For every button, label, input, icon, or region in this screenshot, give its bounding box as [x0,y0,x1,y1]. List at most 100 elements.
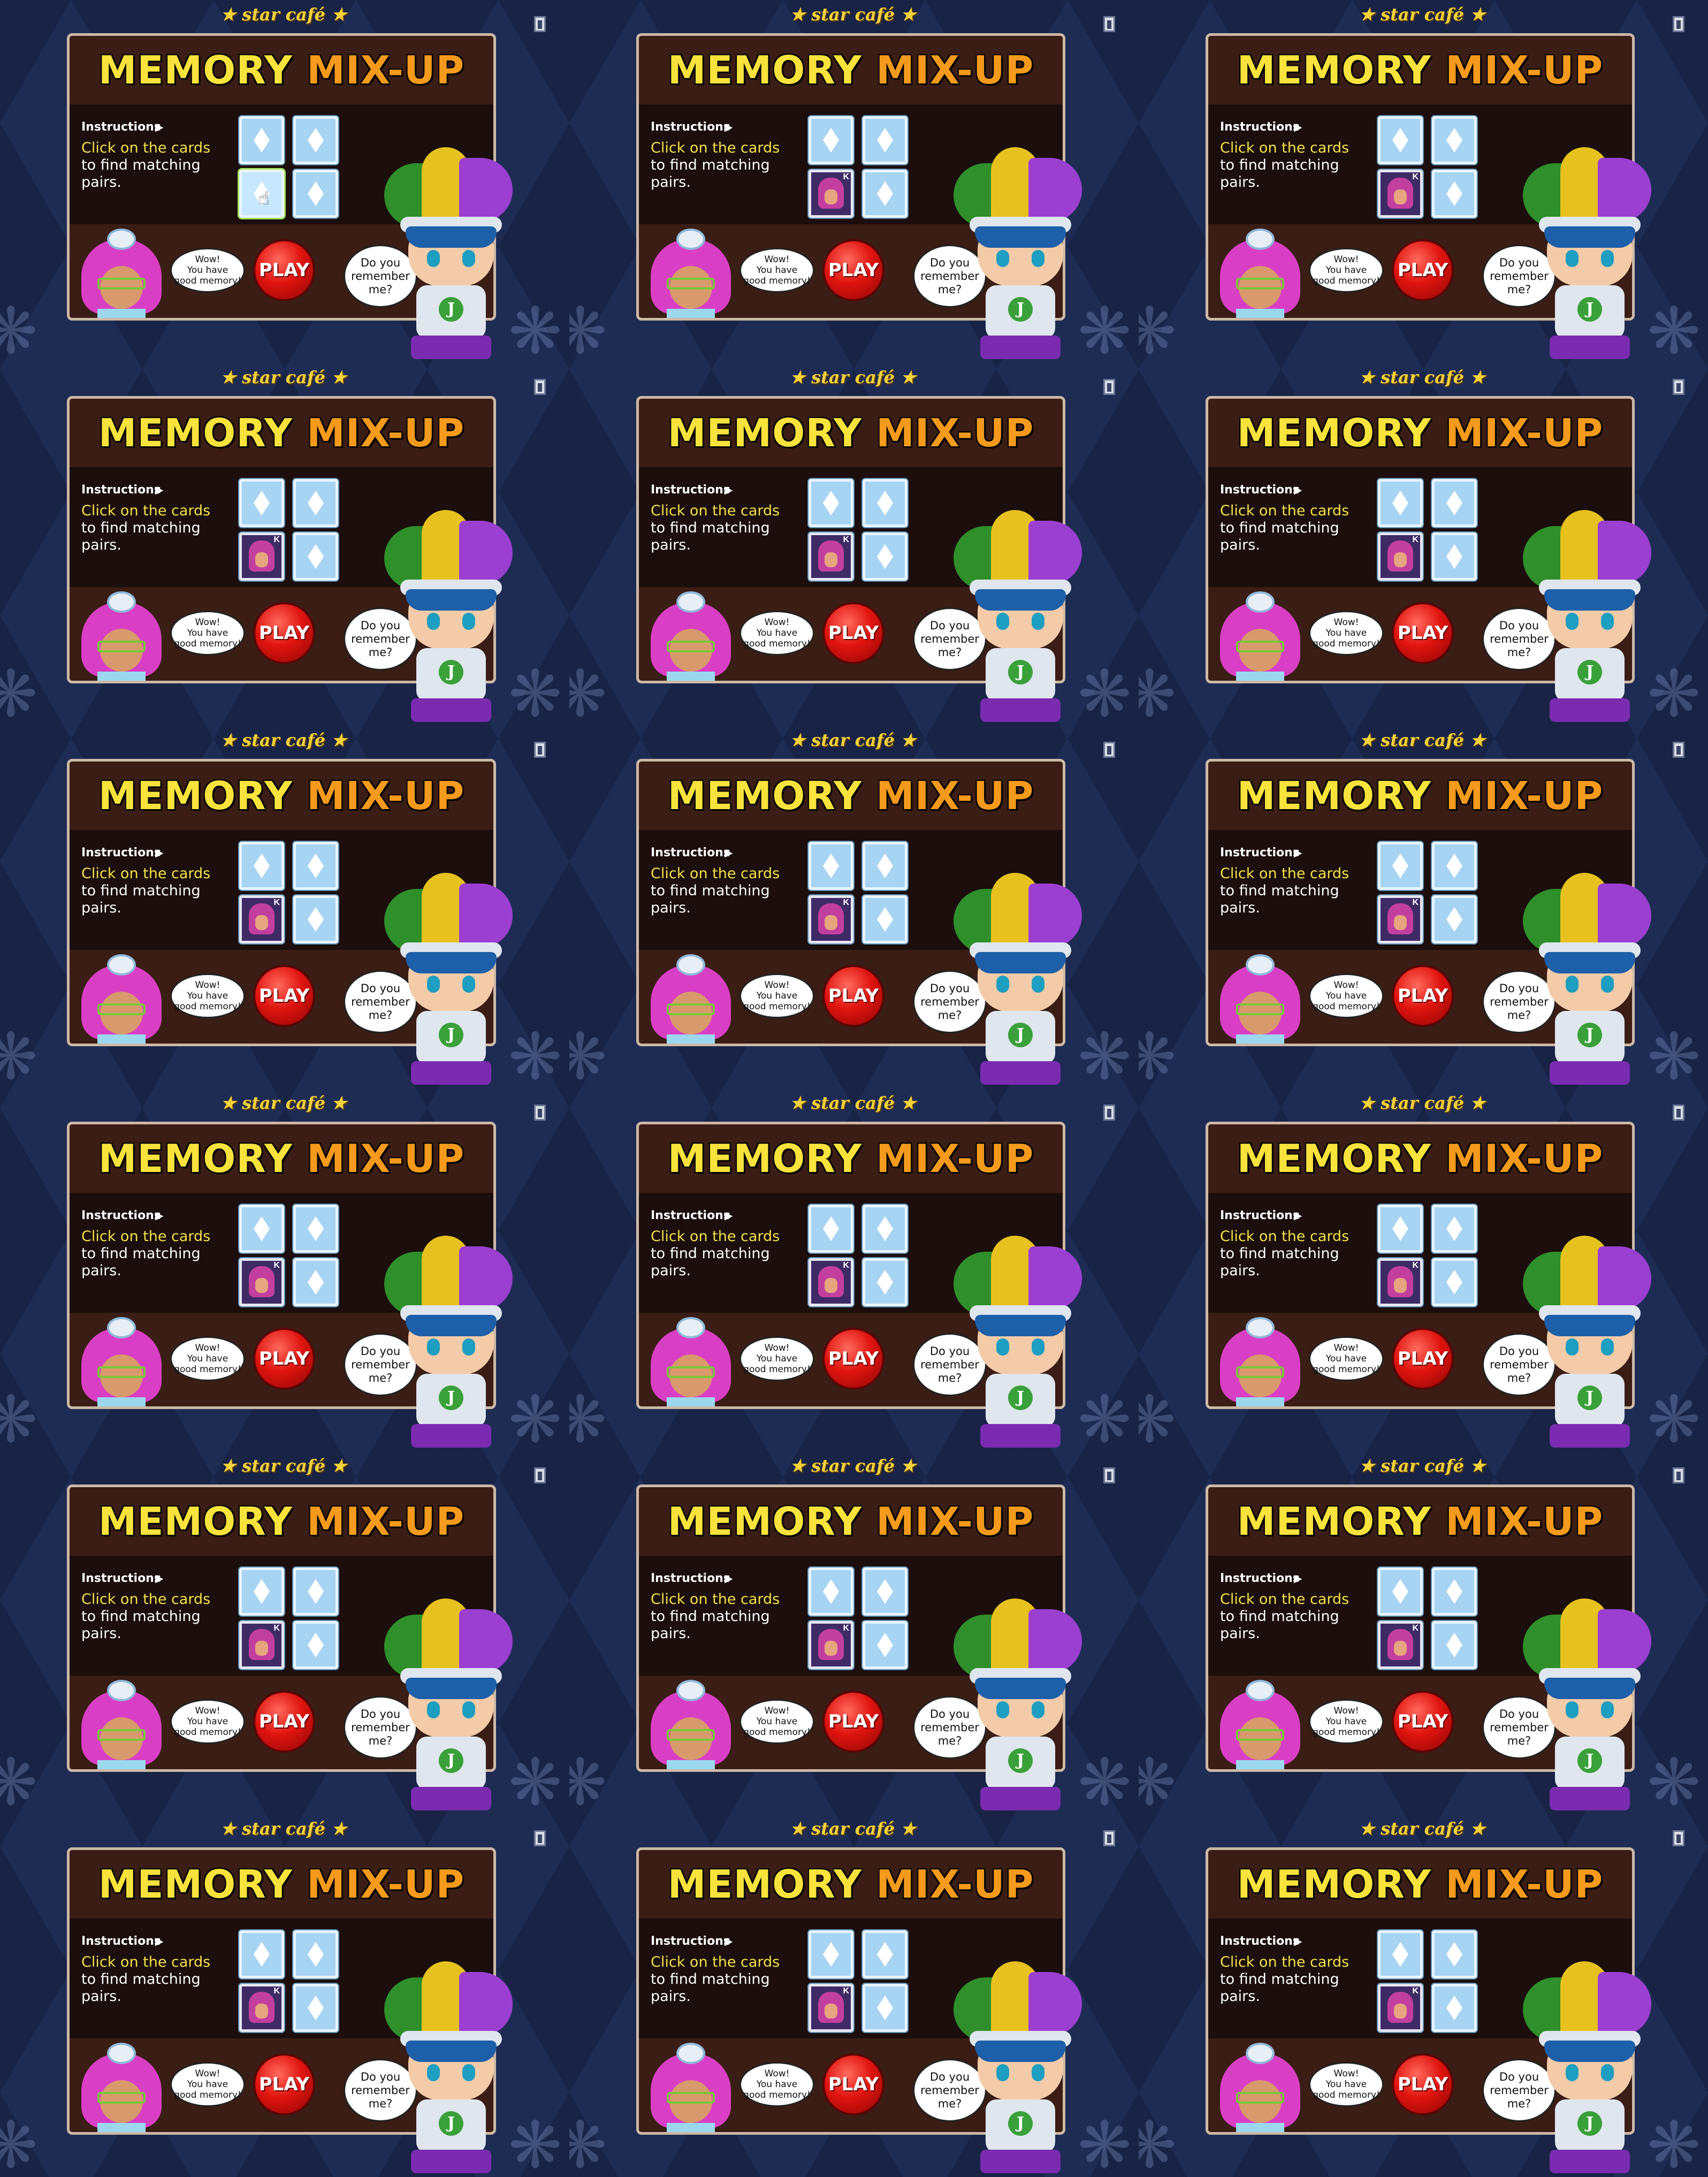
memory-card-face-up[interactable]: K [809,1258,853,1306]
memory-card[interactable] [809,116,853,164]
memory-card[interactable] [239,842,284,890]
memory-card[interactable] [293,1258,338,1306]
memory-card[interactable] [863,479,908,527]
memory-card[interactable] [1432,1930,1477,1978]
instructions-arrow-icon[interactable]: ▶ [725,1572,733,1585]
play-button[interactable]: PLAY [253,1691,315,1753]
exit-door-icon[interactable] [1673,16,1684,32]
instructions-arrow-icon[interactable]: ▶ [1294,120,1302,133]
memory-card[interactable] [863,842,908,890]
exit-door-icon[interactable] [1103,1467,1115,1483]
memory-card[interactable] [863,170,908,218]
memory-card-face-up[interactable]: K [809,532,853,581]
memory-card-face-up[interactable]: K [1378,170,1423,218]
memory-card[interactable] [293,1930,338,1978]
play-button[interactable]: PLAY [253,1328,315,1390]
play-button[interactable]: PLAY [822,965,884,1027]
memory-card-hovered[interactable]: ☝ [239,170,284,218]
instructions-arrow-icon[interactable]: ▶ [155,483,163,496]
play-button[interactable]: PLAY [1392,239,1454,301]
memory-card[interactable] [863,532,908,581]
memory-card[interactable] [1432,1621,1477,1669]
play-button[interactable]: PLAY [253,2053,315,2115]
exit-door-icon[interactable] [1673,1105,1684,1121]
play-button[interactable]: PLAY [1392,602,1454,664]
memory-card[interactable] [1378,479,1423,527]
memory-card-face-up[interactable]: K [1378,895,1423,943]
instructions-arrow-icon[interactable]: ▶ [1294,1572,1302,1585]
exit-door-icon[interactable] [534,1467,546,1483]
exit-door-icon[interactable] [1673,742,1684,758]
exit-door-icon[interactable] [1103,1830,1115,1846]
memory-card-face-up[interactable]: K [1378,1984,1423,2032]
instructions-arrow-icon[interactable]: ▶ [155,1209,163,1222]
memory-card[interactable] [809,1205,853,1253]
exit-door-icon[interactable] [534,1830,546,1846]
memory-card[interactable] [293,532,338,581]
memory-card[interactable] [293,895,338,943]
play-button[interactable]: PLAY [822,2053,884,2115]
play-button[interactable]: PLAY [253,239,315,301]
exit-door-icon[interactable] [534,16,546,32]
exit-door-icon[interactable] [1103,379,1115,395]
memory-card[interactable] [293,1567,338,1616]
memory-card[interactable] [863,1258,908,1306]
play-button[interactable]: PLAY [1392,965,1454,1027]
memory-card[interactable] [1432,1205,1477,1253]
memory-card[interactable] [239,1567,284,1616]
memory-card[interactable] [1432,116,1477,164]
exit-door-icon[interactable] [1673,379,1684,395]
exit-door-icon[interactable] [534,742,546,758]
play-button[interactable]: PLAY [253,602,315,664]
instructions-arrow-icon[interactable]: ▶ [725,846,733,859]
exit-door-icon[interactable] [1673,1830,1684,1846]
memory-card-face-up[interactable]: K [1378,532,1423,581]
memory-card-face-up[interactable]: K [239,1621,284,1669]
instructions-arrow-icon[interactable]: ▶ [1294,1209,1302,1222]
play-button[interactable]: PLAY [1392,1691,1454,1753]
memory-card-face-up[interactable]: K [239,1984,284,2032]
memory-card-face-up[interactable]: K [1378,1621,1423,1669]
memory-card[interactable] [1378,1205,1423,1253]
memory-card[interactable] [1378,1930,1423,1978]
memory-card[interactable] [1432,1984,1477,2032]
memory-card-face-up[interactable]: K [809,1984,853,2032]
memory-card[interactable] [1432,895,1477,943]
memory-card[interactable] [293,116,338,164]
instructions-arrow-icon[interactable]: ▶ [725,120,733,133]
play-button[interactable]: PLAY [1392,1328,1454,1390]
memory-card[interactable] [809,479,853,527]
instructions-arrow-icon[interactable]: ▶ [725,483,733,496]
memory-card[interactable] [863,1567,908,1616]
memory-card[interactable] [239,116,284,164]
instructions-arrow-icon[interactable]: ▶ [155,1572,163,1585]
instructions-arrow-icon[interactable]: ▶ [155,120,163,133]
memory-card-face-up[interactable]: K [809,1621,853,1669]
memory-card[interactable] [1378,1567,1423,1616]
exit-door-icon[interactable] [534,379,546,395]
play-button[interactable]: PLAY [822,1691,884,1753]
instructions-arrow-icon[interactable]: ▶ [1294,1935,1302,1947]
memory-card[interactable] [1432,1258,1477,1306]
instructions-arrow-icon[interactable]: ▶ [725,1209,733,1222]
memory-card[interactable] [863,116,908,164]
exit-door-icon[interactable] [1103,1105,1115,1121]
memory-card-face-up[interactable]: K [239,532,284,581]
memory-card-face-up[interactable]: K [1378,1258,1423,1306]
play-button[interactable]: PLAY [822,1328,884,1390]
memory-card[interactable] [863,1205,908,1253]
memory-card[interactable] [809,1930,853,1978]
play-button[interactable]: PLAY [822,239,884,301]
play-button[interactable]: PLAY [822,602,884,664]
memory-card[interactable] [239,1205,284,1253]
memory-card[interactable] [809,842,853,890]
memory-card[interactable] [293,170,338,218]
memory-card[interactable] [863,895,908,943]
instructions-arrow-icon[interactable]: ▶ [155,1935,163,1947]
memory-card[interactable] [1432,842,1477,890]
memory-card[interactable] [293,479,338,527]
memory-card-face-up[interactable]: K [809,170,853,218]
memory-card[interactable] [239,1930,284,1978]
memory-card[interactable] [293,1205,338,1253]
memory-card[interactable] [293,1984,338,2032]
